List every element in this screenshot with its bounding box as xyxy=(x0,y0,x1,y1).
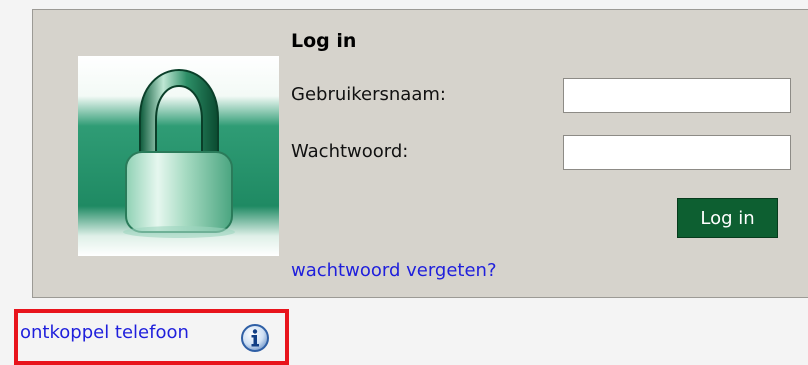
login-title: Log in xyxy=(291,30,357,52)
login-button[interactable]: Log in xyxy=(677,198,778,238)
username-input[interactable] xyxy=(563,78,791,113)
username-label: Gebruikersnaam: xyxy=(291,84,446,105)
password-label: Wachtwoord: xyxy=(291,141,409,162)
forgot-password-link[interactable]: wachtwoord vergeten? xyxy=(291,260,497,281)
padlock-icon xyxy=(78,56,279,256)
disconnect-phone-link[interactable]: ontkoppel telefoon xyxy=(20,322,189,343)
login-panel: Log in Gebruikersnaam: Wachtwoord: Log i… xyxy=(32,9,808,298)
info-icon[interactable] xyxy=(240,323,270,353)
password-input[interactable] xyxy=(563,135,791,170)
